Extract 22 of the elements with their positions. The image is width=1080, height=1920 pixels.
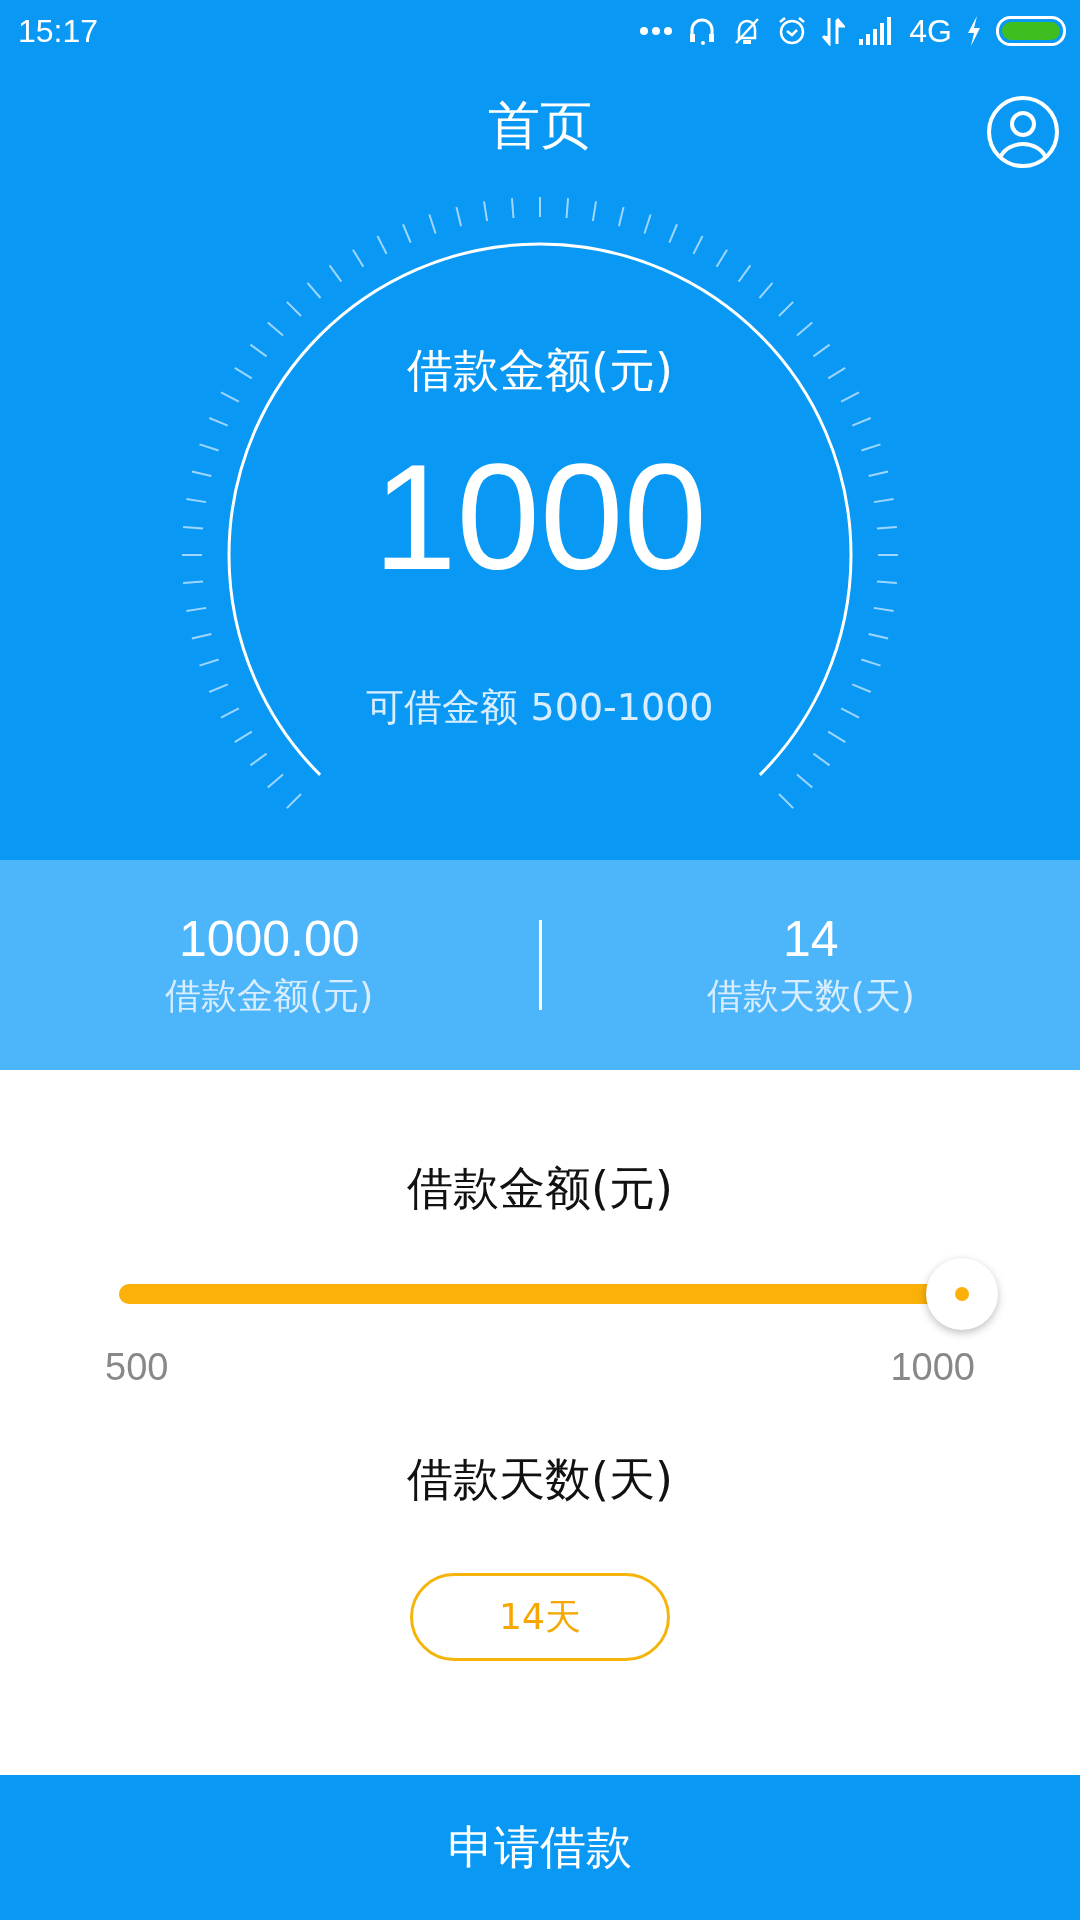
section-title: 借款天数(天) (407, 1451, 673, 1508)
charging-icon (966, 16, 982, 46)
battery-icon (996, 16, 1066, 46)
status-time: 15:17 (18, 12, 99, 50)
summary-label: 借款金额(元) (165, 973, 374, 1018)
page-title: 首页 (488, 94, 592, 157)
slider-thumb[interactable] (925, 1258, 998, 1330)
data-arrows-icon (821, 16, 846, 46)
summary-value: 14 (782, 909, 839, 968)
more-dots-icon (639, 26, 674, 36)
loan-amount: 1000 (373, 442, 707, 592)
section-title: 借款金额(元) (407, 1160, 673, 1217)
user-profile-icon[interactable] (986, 95, 1060, 169)
dial-label: 借款金额(元) (407, 342, 673, 399)
days-option[interactable]: 14天 (410, 1573, 670, 1661)
apply-loan-button[interactable]: 申请借款 (0, 1775, 1080, 1920)
summary-label: 借款天数(天) (706, 973, 915, 1018)
network-type: 4G (909, 12, 952, 50)
slider-min-label: 500 (105, 1346, 169, 1389)
slider-max-label: 1000 (890, 1346, 975, 1389)
amount-range: 可借金额 500-1000 (366, 684, 714, 731)
summary-value: 1000.00 (178, 909, 360, 968)
